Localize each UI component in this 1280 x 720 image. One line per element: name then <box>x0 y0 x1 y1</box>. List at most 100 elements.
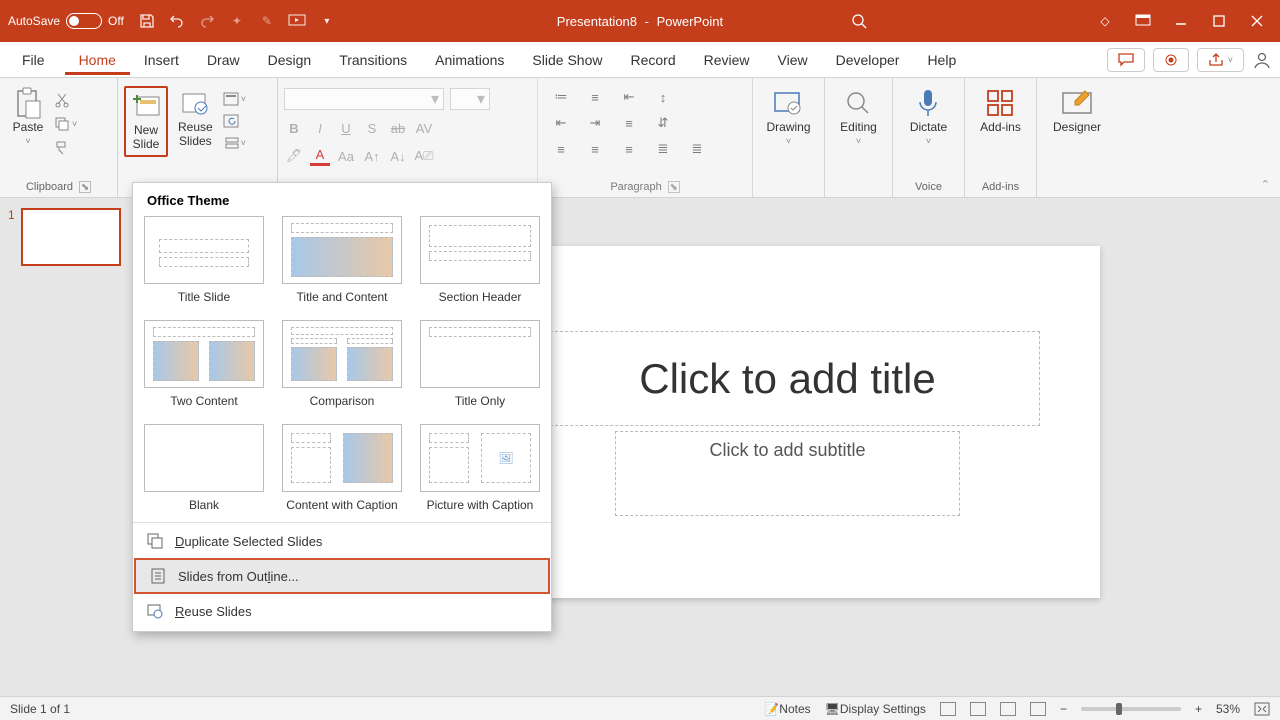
editing-button[interactable]: Editing˅ <box>834 86 883 149</box>
diamond-icon[interactable]: ◇ <box>1096 12 1114 30</box>
grow-font-button[interactable]: A↑ <box>362 146 382 166</box>
tab-help[interactable]: Help <box>913 45 970 75</box>
zoom-slider[interactable] <box>1081 707 1181 711</box>
dec-indent-button[interactable]: ⇤ <box>552 114 570 132</box>
highlight-button[interactable]: 🖊 <box>284 146 304 166</box>
ribbon-display-icon[interactable] <box>1134 12 1152 30</box>
layout-two-content[interactable]: Two Content <box>141 320 267 408</box>
present-icon[interactable] <box>288 12 306 30</box>
save-icon[interactable] <box>138 12 156 30</box>
share-button[interactable]: ˅ <box>1197 48 1244 72</box>
slides-from-outline-item[interactable]: Slides from Outline... <box>134 558 550 594</box>
zoom-level[interactable]: 53% <box>1216 702 1240 716</box>
drawing-button[interactable]: Drawing˅ <box>760 86 816 149</box>
record-button[interactable] <box>1153 48 1189 72</box>
align-text-button[interactable]: ≡ <box>620 114 638 132</box>
qat-icon-1[interactable]: ✦ <box>228 12 246 30</box>
collapse-ribbon-icon[interactable]: ⌃ <box>1261 178 1270 191</box>
change-case-button[interactable]: Aa <box>336 146 356 166</box>
display-settings-button[interactable]: 🖥Display Settings <box>825 702 926 716</box>
shadow-button[interactable]: S <box>362 118 382 138</box>
zoom-out-button[interactable]: − <box>1060 702 1067 716</box>
layout-section-header[interactable]: Section Header <box>417 216 543 304</box>
title-placeholder[interactable]: Click to add title <box>535 331 1040 426</box>
shrink-font-button[interactable]: A↓ <box>388 146 408 166</box>
normal-view-button[interactable] <box>940 702 956 716</box>
clipboard-dialog-launcher[interactable]: ⬊ <box>79 181 91 193</box>
slide-thumbnail[interactable] <box>21 208 121 266</box>
undo-icon[interactable] <box>168 12 186 30</box>
numbering-button[interactable]: ≡ <box>586 88 604 106</box>
strike-button[interactable]: ab <box>388 118 408 138</box>
fit-to-window-button[interactable] <box>1254 702 1270 716</box>
tab-view[interactable]: View <box>764 45 822 75</box>
cut-button[interactable] <box>54 92 77 108</box>
tab-design[interactable]: Design <box>254 45 326 75</box>
font-color-button[interactable]: A <box>310 146 330 166</box>
minimize-icon[interactable] <box>1172 12 1190 30</box>
new-slide-button[interactable]: New Slide <box>124 86 168 157</box>
slideshow-view-button[interactable] <box>1030 702 1046 716</box>
font-family-combo[interactable]: ▾ <box>284 88 444 110</box>
account-icon[interactable] <box>1252 50 1272 70</box>
comments-button[interactable] <box>1107 48 1145 72</box>
columns-button[interactable]: ≣ <box>688 140 706 158</box>
copy-button[interactable]: ˅ <box>54 116 77 132</box>
reuse-slides-button[interactable]: Reuse Slides <box>172 86 219 151</box>
inc-indent-button[interactable]: ⇥ <box>586 114 604 132</box>
tab-review[interactable]: Review <box>690 45 764 75</box>
tab-draw[interactable]: Draw <box>193 45 254 75</box>
layout-title-slide[interactable]: Title Slide <box>141 216 267 304</box>
tab-developer[interactable]: Developer <box>822 45 914 75</box>
format-painter-button[interactable] <box>54 140 77 156</box>
layout-button[interactable]: ˅ <box>223 92 246 106</box>
bullets-button[interactable]: ≔ <box>552 88 570 106</box>
reuse-slides-item[interactable]: Reuse Slides <box>133 595 551 627</box>
font-size-combo[interactable]: ▾ <box>450 88 490 110</box>
subtitle-placeholder[interactable]: Click to add subtitle <box>615 431 960 516</box>
italic-button[interactable]: I <box>310 118 330 138</box>
tab-file[interactable]: File <box>8 45 65 75</box>
close-icon[interactable] <box>1248 12 1266 30</box>
duplicate-slides-item[interactable]: DDuplicate Selected Slidesuplicate Selec… <box>133 525 551 557</box>
slide-canvas[interactable]: Click to add title Click to add subtitle <box>475 246 1100 598</box>
layout-comparison[interactable]: Comparison <box>279 320 405 408</box>
dictate-button[interactable]: Dictate˅ <box>904 86 953 149</box>
autosave-toggle[interactable] <box>66 13 102 29</box>
align-left-button[interactable]: ≡ <box>552 140 570 158</box>
reading-view-button[interactable] <box>1000 702 1016 716</box>
maximize-icon[interactable] <box>1210 12 1228 30</box>
sorter-view-button[interactable] <box>970 702 986 716</box>
search-icon[interactable] <box>851 13 867 29</box>
paste-button[interactable]: Paste ˅ <box>6 86 50 149</box>
underline-button[interactable]: U <box>336 118 356 138</box>
line-spacing-button[interactable]: ↕ <box>654 88 672 106</box>
redo-icon[interactable] <box>198 12 216 30</box>
tab-transitions[interactable]: Transitions <box>325 45 421 75</box>
clear-format-button[interactable]: A⎚ <box>414 146 434 166</box>
qat-icon-2[interactable]: ✎ <box>258 12 276 30</box>
text-direction-button[interactable]: ⇵ <box>654 114 672 132</box>
paragraph-dialog-launcher[interactable]: ⬊ <box>668 181 680 193</box>
tab-animations[interactable]: Animations <box>421 45 518 75</box>
layout-title-content[interactable]: Title and Content <box>279 216 405 304</box>
section-button[interactable]: ˅ <box>223 136 246 150</box>
layout-picture-caption[interactable]: 🖼Picture with Caption <box>417 424 543 512</box>
designer-button[interactable]: Designer <box>1047 86 1107 136</box>
tab-slideshow[interactable]: Slide Show <box>518 45 616 75</box>
align-right-button[interactable]: ≡ <box>620 140 638 158</box>
layout-content-caption[interactable]: Content with Caption <box>279 424 405 512</box>
qat-more-icon[interactable]: ▾ <box>318 12 336 30</box>
list-indent-button[interactable]: ⇤ <box>620 88 638 106</box>
spacing-button[interactable]: AV <box>414 118 434 138</box>
reset-button[interactable] <box>223 114 246 128</box>
tab-record[interactable]: Record <box>616 45 689 75</box>
align-center-button[interactable]: ≡ <box>586 140 604 158</box>
addins-button[interactable]: Add-ins <box>974 86 1027 136</box>
justify-button[interactable]: ≣ <box>654 140 672 158</box>
tab-insert[interactable]: Insert <box>130 45 193 75</box>
tab-home[interactable]: Home <box>65 45 130 75</box>
zoom-in-button[interactable]: + <box>1195 702 1202 716</box>
layout-blank[interactable]: Blank <box>141 424 267 512</box>
layout-title-only[interactable]: Title Only <box>417 320 543 408</box>
